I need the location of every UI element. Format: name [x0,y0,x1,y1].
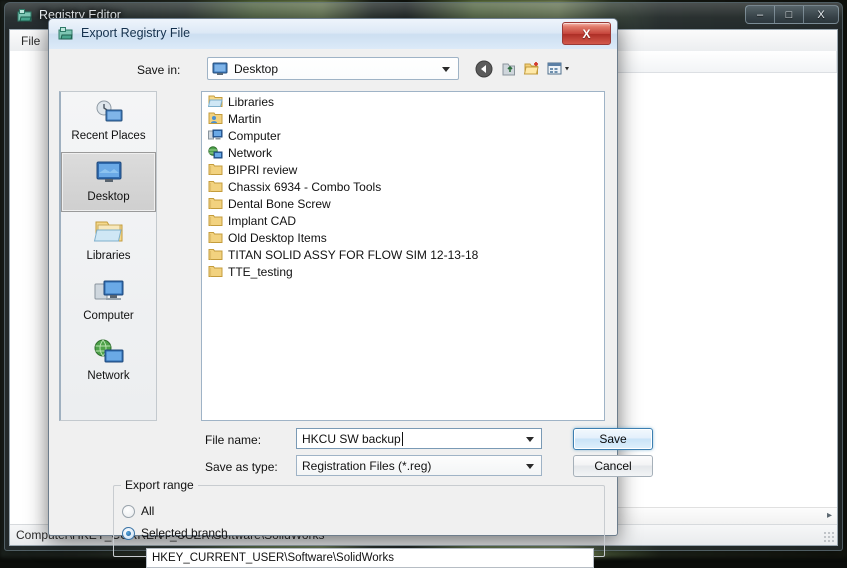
save-in-row: Save in: Desktop [49,57,617,85]
minimize-button[interactable]: – [745,5,774,24]
scroll-right-arrow[interactable]: ▸ [827,510,832,521]
menu-item-file[interactable]: File [14,33,47,49]
file-name-input[interactable]: HKCU SW backup [296,428,542,449]
network-icon [208,146,223,159]
registry-editor-icon [58,26,74,42]
place-label: Recent Places [71,130,146,142]
place-label: Network [87,370,130,382]
place-label: Desktop [87,191,130,203]
views-icon[interactable] [546,59,576,79]
radio-label: All [141,504,155,518]
folder-icon [208,231,223,244]
libraries-icon [92,218,126,248]
desktop-icon [92,159,126,189]
save-in-combobox[interactable]: Desktop [207,57,459,80]
user-folder-icon [208,112,223,125]
folder-icon [208,163,223,176]
branch-path-input[interactable]: HKEY_CURRENT_USER\Software\SolidWorks [146,548,594,568]
radio-button[interactable] [122,504,135,518]
place-desktop[interactable]: Desktop [61,152,156,212]
file-name-value: HKCU SW backup [302,432,401,446]
file-name: TTE_testing [228,264,293,279]
desktop-icon [212,61,228,77]
dialog-title: Export Registry File [81,26,191,40]
folder-icon [208,265,223,278]
place-computer[interactable]: Computer [61,272,156,332]
place-label: Computer [83,310,134,322]
place-recent-places[interactable]: Recent Places [61,92,156,152]
place-network[interactable]: Network [61,332,156,392]
list-item[interactable]: Implant CAD [202,213,604,228]
radio-button[interactable] [122,526,135,540]
save-as-type-value: Registration Files (*.reg) [302,459,432,473]
list-item[interactable]: Dental Bone Screw [202,196,604,211]
close-button[interactable]: X [803,5,839,24]
places-bar: Recent Places Desktop Libraries Computer… [59,91,157,421]
save-as-type-label: Save as type: [205,460,278,474]
radio-label: Selected branch [141,526,228,540]
save-in-value: Desktop [234,62,279,76]
export-range-group: All Selected branch HKEY_CURRENT_USER\So… [113,485,605,568]
maximize-button[interactable]: □ [774,5,803,24]
recent-places-icon [92,98,126,128]
file-name: Computer [228,128,281,143]
computer-icon [208,129,223,142]
file-name: Dental Bone Screw [228,196,331,211]
list-item[interactable]: TTE_testing [202,264,604,279]
file-name: Old Desktop Items [228,230,327,245]
chevron-down-icon[interactable] [526,437,534,442]
export-range-legend: Export range [121,478,198,492]
list-item[interactable]: BIPRI review [202,162,604,177]
list-item[interactable]: Chassix 6934 - Combo Tools [202,179,604,194]
file-name: Martin [228,111,262,126]
file-list[interactable]: Libraries Martin Computer Network BIPRI … [201,91,605,421]
radio-option-all[interactable]: All [122,504,154,518]
window-controls: – □ X [745,5,839,24]
folder-icon [208,180,223,193]
cancel-button[interactable]: Cancel [573,455,653,477]
dialog-body: Save in: Desktop Recent Places Desktop L… [49,49,653,568]
branch-path-value: HKEY_CURRENT_USER\Software\SolidWorks [152,552,394,564]
file-name: Libraries [228,94,275,109]
dialog-titlebar[interactable]: Export Registry File X [49,19,617,50]
text-caret [402,432,403,446]
chevron-down-icon[interactable] [526,464,534,469]
place-label: Libraries [86,250,131,262]
chevron-down-icon[interactable] [442,67,450,72]
radio-option-selected-branch[interactable]: Selected branch [122,526,228,540]
folder-icon [208,214,223,227]
computer-icon [92,278,126,308]
list-item[interactable]: Computer [202,128,604,143]
file-name: Chassix 6934 - Combo Tools [228,179,382,194]
folder-icon [208,197,223,210]
list-item[interactable]: Network [202,145,604,160]
file-name: Network [228,145,273,160]
list-item[interactable]: TITAN SOLID ASSY FOR FLOW SIM 12-13-18 [202,247,604,262]
list-item[interactable]: Libraries [202,94,604,109]
up-folder-icon[interactable] [499,59,519,79]
list-item[interactable]: Old Desktop Items [202,230,604,245]
libraries-icon [207,95,223,108]
dialog-close-button[interactable]: X [562,22,611,45]
folder-icon [208,248,223,261]
file-name: Implant CAD [228,213,297,228]
save-button[interactable]: Save [573,428,653,450]
file-name: TITAN SOLID ASSY FOR FLOW SIM 12-13-18 [228,247,479,262]
save-as-type-combobox[interactable]: Registration Files (*.reg) [296,455,542,476]
file-name-label: File name: [205,433,262,447]
registry-editor-icon [17,8,33,24]
save-in-label: Save in: [137,63,181,77]
back-icon[interactable] [474,59,494,79]
list-item[interactable]: Martin [202,111,604,126]
resize-grip[interactable] [823,531,835,543]
new-folder-icon[interactable] [522,59,542,79]
network-icon [92,338,126,368]
place-libraries[interactable]: Libraries [61,212,156,272]
export-registry-file-dialog: Export Registry File X Save in: Desktop [48,18,653,568]
file-name: BIPRI review [228,162,298,177]
